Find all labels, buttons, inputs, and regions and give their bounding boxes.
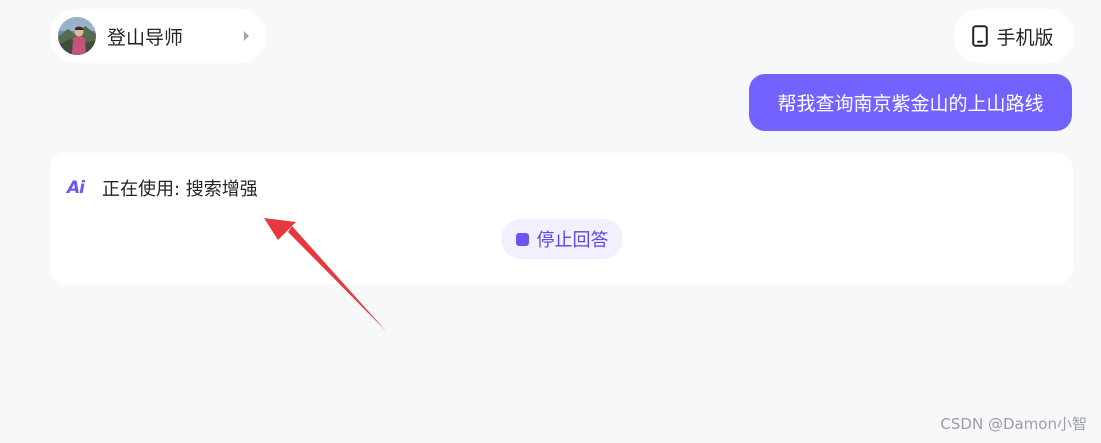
avatar (58, 17, 96, 55)
watermark: CSDN @Damon小智 (940, 415, 1087, 433)
mobile-version-button[interactable]: 手机版 (954, 9, 1074, 63)
phone-icon (972, 25, 989, 47)
assistant-selector[interactable]: 登山导师 (50, 9, 266, 63)
user-message-bubble: 帮我查询南京紫金山的上山路线 (749, 74, 1072, 131)
ai-response-card: Ai 正在使用: 搜索增强 停止回答 (50, 153, 1073, 284)
ai-logo-icon: Ai (67, 178, 85, 198)
caret-right-icon (244, 31, 249, 41)
stop-answer-button[interactable]: 停止回答 (501, 219, 623, 259)
mobile-version-label: 手机版 (996, 26, 1054, 49)
stop-answer-label: 停止回答 (536, 230, 609, 251)
ai-status-text: 正在使用: 搜索增强 (102, 179, 258, 200)
avatar-image (58, 17, 96, 55)
stop-icon (515, 232, 529, 246)
assistant-name: 登山导师 (107, 26, 184, 49)
ai-status-row: Ai 正在使用: 搜索增强 (67, 175, 258, 201)
